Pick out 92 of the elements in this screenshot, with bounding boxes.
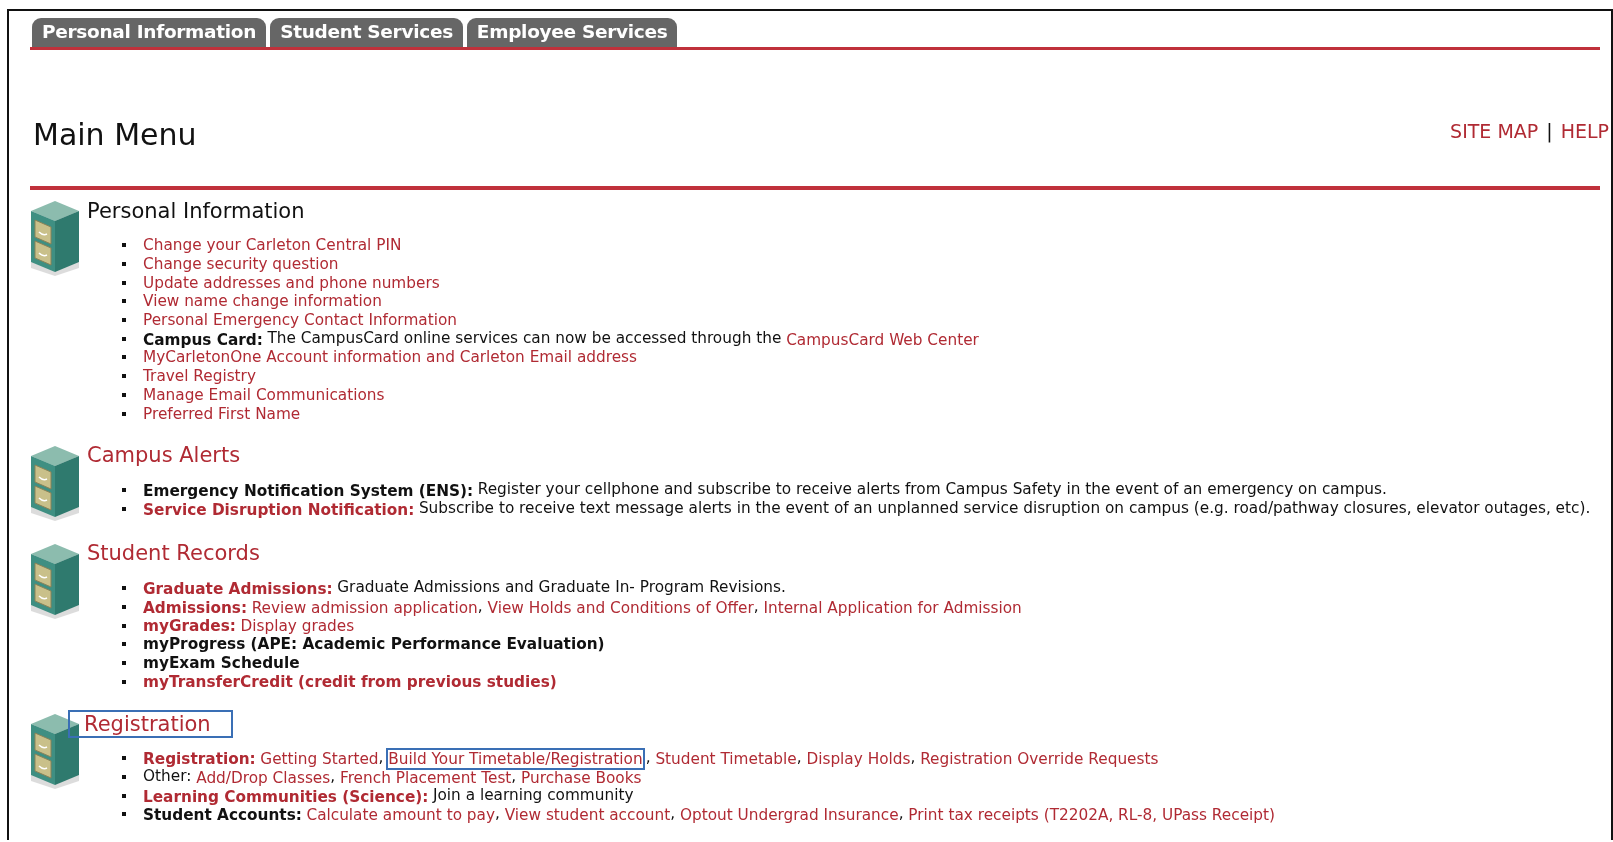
bullet-icon: [122, 488, 126, 493]
text: ,: [645, 748, 652, 767]
link[interactable]: View Holds and Conditions of Offer: [487, 598, 754, 617]
link[interactable]: Change security question: [143, 255, 339, 274]
bullet-icon: [122, 355, 126, 360]
link[interactable]: Purchase Books: [521, 769, 642, 788]
text: The CampusCard online services can now be accessed through the: [267, 328, 783, 347]
bullet-icon: [122, 299, 126, 304]
filing-cabinet-icon: [30, 542, 80, 619]
text: ,: [495, 804, 501, 823]
text: Join a learning community: [433, 785, 634, 804]
link[interactable]: Student Timetable: [655, 750, 797, 769]
bullet-icon: [122, 812, 126, 817]
label: Campus Card:: [143, 330, 263, 349]
link[interactable]: Getting Started: [260, 750, 379, 769]
link[interactable]: View name change information: [143, 292, 382, 311]
label-link[interactable]: myTransferCredit (credit from previous studies): [143, 672, 557, 691]
link[interactable]: Internal Application for Admission: [763, 598, 1022, 617]
text: ,: [378, 748, 385, 767]
label: myExam Schedule: [143, 653, 300, 672]
filing-cabinet-icon: [30, 444, 80, 521]
text: ,: [910, 748, 917, 767]
link[interactable]: MyCarletonOne Account information and Carleton Email address: [143, 348, 638, 367]
bullet-icon: [122, 793, 126, 798]
site-map-link[interactable]: SITE MAP: [1450, 120, 1539, 142]
text: Register your cellphone and subscribe to receive alerts from Campus Safety in the event of an emergency on campus.: [477, 480, 1387, 499]
label: Student Accounts:: [143, 806, 302, 825]
link[interactable]: Manage Email Communications: [143, 385, 385, 404]
label-link[interactable]: Service Disruption Notification:: [143, 500, 415, 519]
link[interactable]: Optout Undergrad Insurance: [679, 806, 899, 825]
label-link[interactable]: myGrades:: [143, 616, 236, 635]
text: ,: [670, 804, 677, 823]
label: myProgress (APE: Academic Performance Evaluation): [143, 635, 605, 654]
link[interactable]: View student account: [504, 806, 671, 825]
link[interactable]: Display grades: [240, 616, 355, 635]
bullet-icon: [122, 679, 126, 684]
tab[interactable]: Personal Information: [32, 18, 267, 47]
link[interactable]: Calculate amount to pay: [306, 806, 495, 825]
link[interactable]: Print tax receipts (T2202A, RL-8, UPass Receipt): [908, 806, 1275, 825]
text: Subscribe to receive text message alerts in the event of an unplanned service disruption on campus (e.g. road/pathway closures, elevator outages, etc).: [418, 498, 1591, 517]
bullet-icon: [122, 604, 126, 609]
bullet-icon: [122, 642, 126, 647]
text: Graduate Admissions and Graduate In- Program Revisions.: [337, 578, 786, 597]
bullet-icon: [122, 392, 126, 397]
bullet-icon: [122, 506, 126, 511]
tab[interactable]: Student Services: [270, 18, 463, 47]
link[interactable]: Display Holds: [806, 750, 911, 769]
page-title: Main Menu: [33, 117, 197, 152]
bullet-icon: [122, 374, 126, 379]
label-link[interactable]: Learning Communities (Science):: [143, 787, 429, 806]
link[interactable]: Preferred First Name: [143, 404, 301, 423]
filing-cabinet-icon: [30, 713, 80, 789]
bullet-icon: [122, 262, 126, 267]
label-link[interactable]: Registration:: [143, 750, 256, 769]
link[interactable]: Review admission application: [251, 598, 478, 617]
link[interactable]: French Placement Test: [340, 769, 512, 788]
link[interactable]: CampusCard Web Center: [786, 330, 979, 349]
tab[interactable]: Employee Services: [466, 18, 678, 47]
separator: |: [1546, 120, 1553, 142]
text: ,: [796, 748, 803, 767]
text: ,: [753, 596, 760, 615]
bullet-icon: [122, 756, 126, 761]
text: ,: [477, 596, 484, 615]
label: Emergency Notification System (ENS):: [143, 482, 474, 501]
bullet-icon: [122, 280, 126, 285]
link[interactable]: Registration Override Requests: [920, 750, 1159, 769]
filing-cabinet-icon: [30, 200, 80, 276]
section-title-link[interactable]: Registration: [68, 709, 233, 738]
link[interactable]: Personal Emergency Contact Information: [143, 311, 457, 330]
bullet-icon: [122, 243, 126, 248]
help-link[interactable]: HELP: [1560, 120, 1609, 142]
section-title: Personal Information: [86, 197, 306, 225]
link[interactable]: Change your Carleton Central PIN: [143, 236, 402, 255]
text: ,: [511, 767, 518, 786]
link[interactable]: Travel Registry: [143, 367, 256, 386]
bullet-icon: [122, 660, 126, 665]
text: ,: [898, 804, 905, 823]
bullet-icon: [122, 318, 126, 323]
bullet-icon: [122, 586, 126, 591]
link[interactable]: Build Your Timetable/Registration: [388, 750, 643, 769]
section-title-link[interactable]: Student Records: [82, 539, 265, 568]
bullet-icon: [122, 623, 126, 628]
bullet-icon: [122, 775, 126, 780]
bullet-icon: [122, 411, 126, 416]
link[interactable]: Add/Drop Classes: [196, 769, 331, 788]
link[interactable]: Update addresses and phone numbers: [143, 273, 440, 292]
text: ,: [330, 767, 337, 786]
label-link[interactable]: Graduate Admissions:: [143, 580, 333, 599]
label-link[interactable]: Admissions:: [143, 598, 248, 617]
section-title-link[interactable]: Campus Alerts: [82, 441, 246, 470]
bullet-icon: [122, 336, 126, 341]
text: Other:: [143, 767, 193, 786]
